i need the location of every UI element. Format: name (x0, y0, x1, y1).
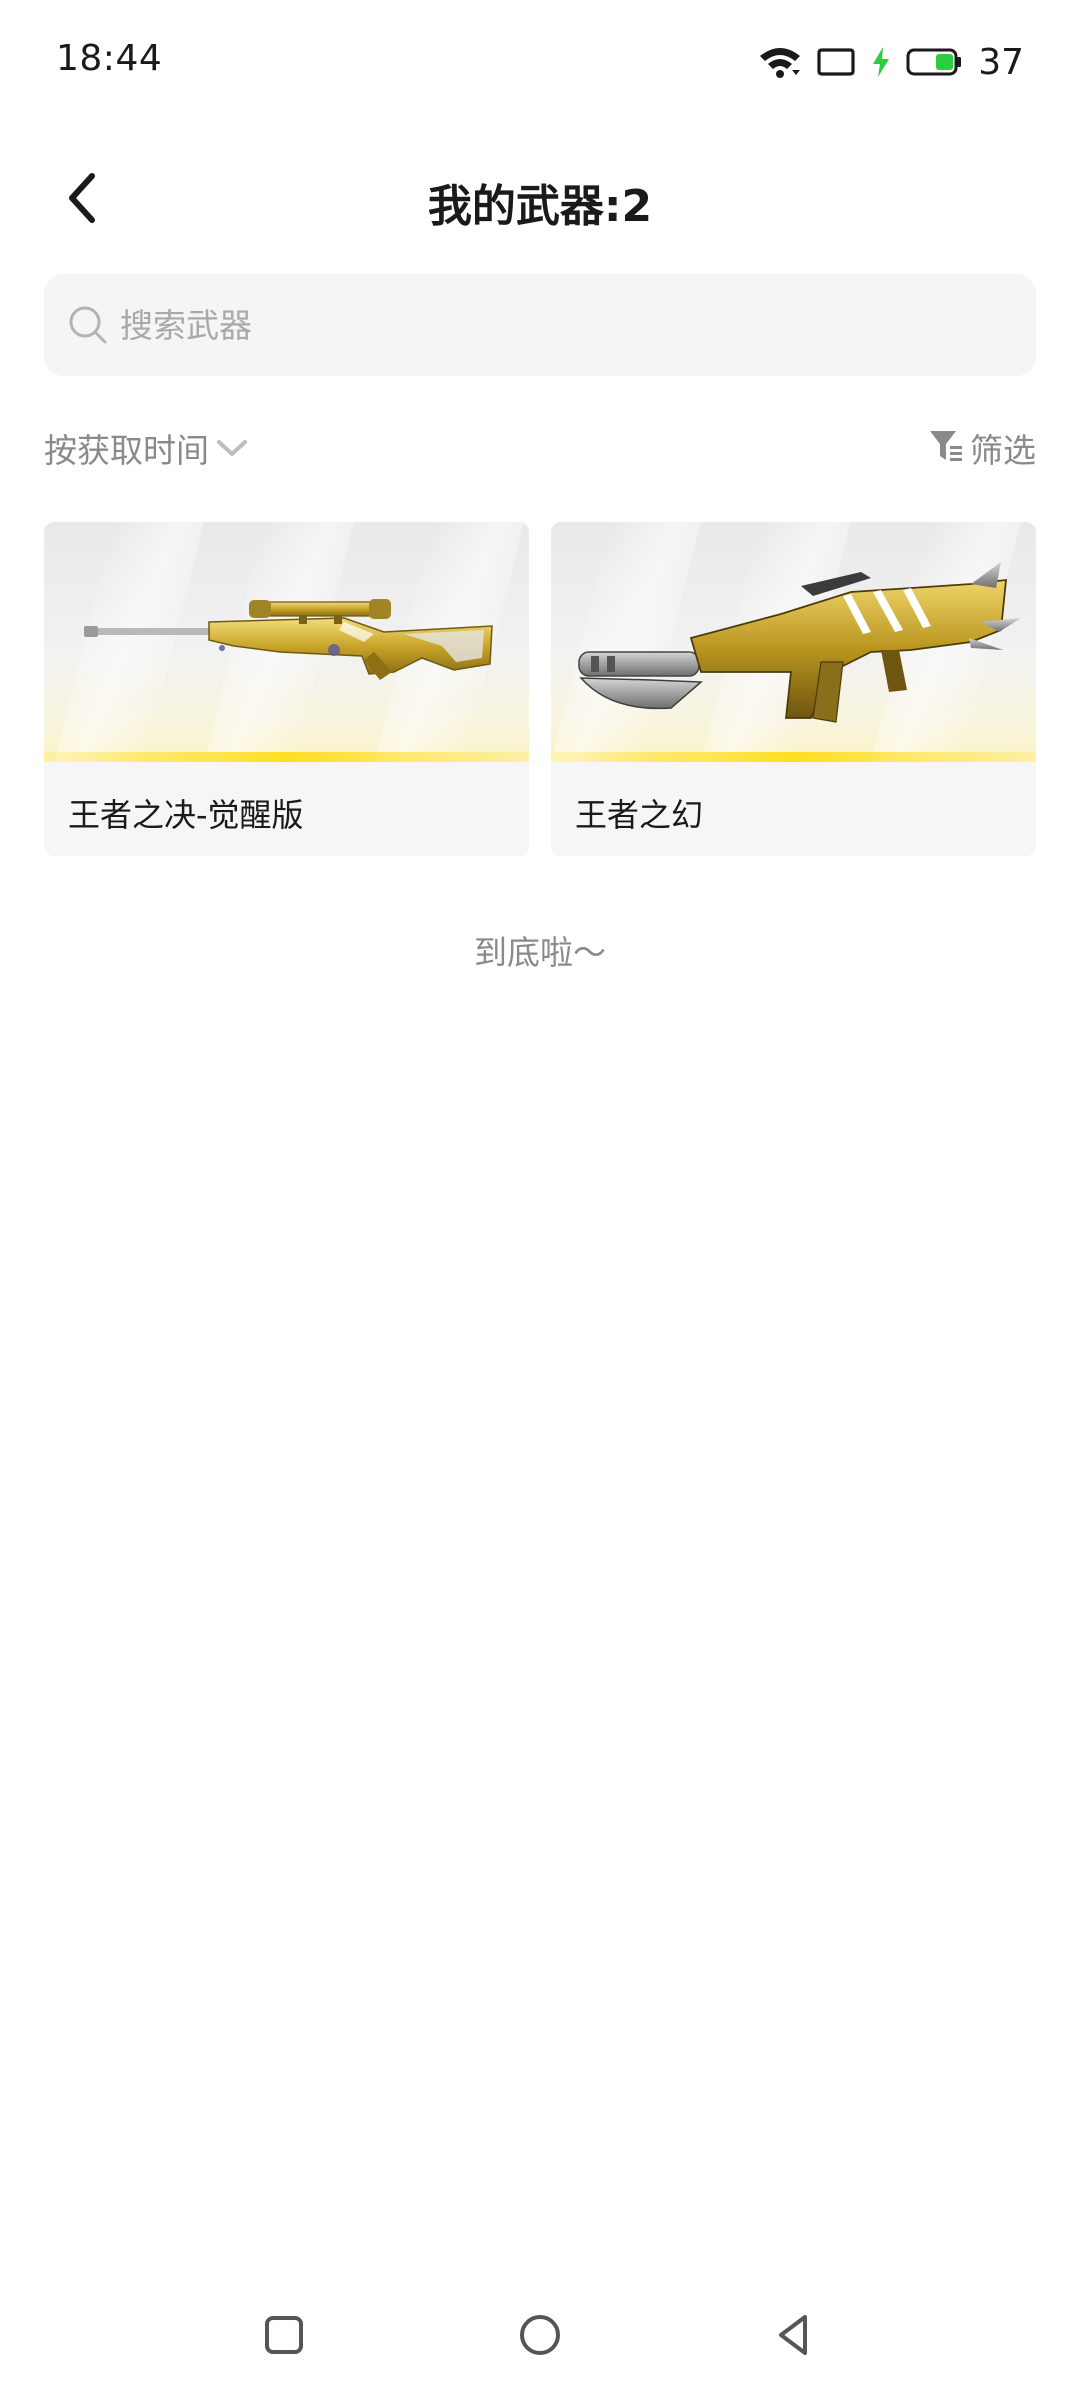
recents-button[interactable] (249, 2302, 319, 2372)
home-button[interactable] (505, 2302, 575, 2372)
back-triangle-icon (771, 2312, 815, 2362)
system-nav-bar (0, 2280, 1080, 2390)
battery-icon (906, 47, 962, 77)
header: 我的武器:2 (0, 140, 1080, 260)
chevron-down-icon (215, 436, 249, 460)
status-time: 18:44 (56, 38, 163, 79)
screen-cast-icon (816, 46, 856, 78)
search-box[interactable] (44, 274, 1036, 376)
rarity-bar (44, 752, 529, 762)
filter-icon (928, 427, 964, 469)
recents-square-icon (262, 2313, 306, 2361)
end-of-list-text: 到底啦～ (474, 933, 606, 972)
assault-rifle-image (578, 562, 1021, 723)
filter-button[interactable]: 筛选 (928, 420, 1036, 476)
home-circle-icon (517, 2312, 563, 2362)
sniper-rifle-image (84, 599, 493, 680)
sort-label: 按获取时间 (44, 431, 209, 470)
weapon-image (44, 522, 529, 762)
weapon-image (551, 522, 1036, 762)
battery-level: 37 (978, 41, 1024, 83)
page-title: 我的武器:2 (427, 181, 653, 232)
search-input[interactable] (120, 295, 980, 355)
search-icon (66, 303, 110, 347)
charging-icon (870, 45, 892, 79)
rarity-bar (551, 752, 1036, 762)
filter-label: 筛选 (970, 431, 1036, 470)
status-icons: 37 (758, 40, 1024, 84)
status-bar: 18:44 37 (0, 0, 1080, 124)
sort-dropdown[interactable]: 按获取时间 (44, 420, 249, 476)
wifi-icon (758, 44, 802, 80)
weapon-card[interactable]: 王者之决-觉醒版 (44, 522, 529, 856)
nav-back-button[interactable] (758, 2302, 828, 2372)
weapon-grid: 王者之决-觉醒版 王者之幻 (44, 522, 1036, 856)
weapon-name: 王者之决-觉醒版 (68, 796, 304, 834)
weapon-name: 王者之幻 (575, 796, 704, 834)
weapon-card[interactable]: 王者之幻 (551, 522, 1036, 856)
